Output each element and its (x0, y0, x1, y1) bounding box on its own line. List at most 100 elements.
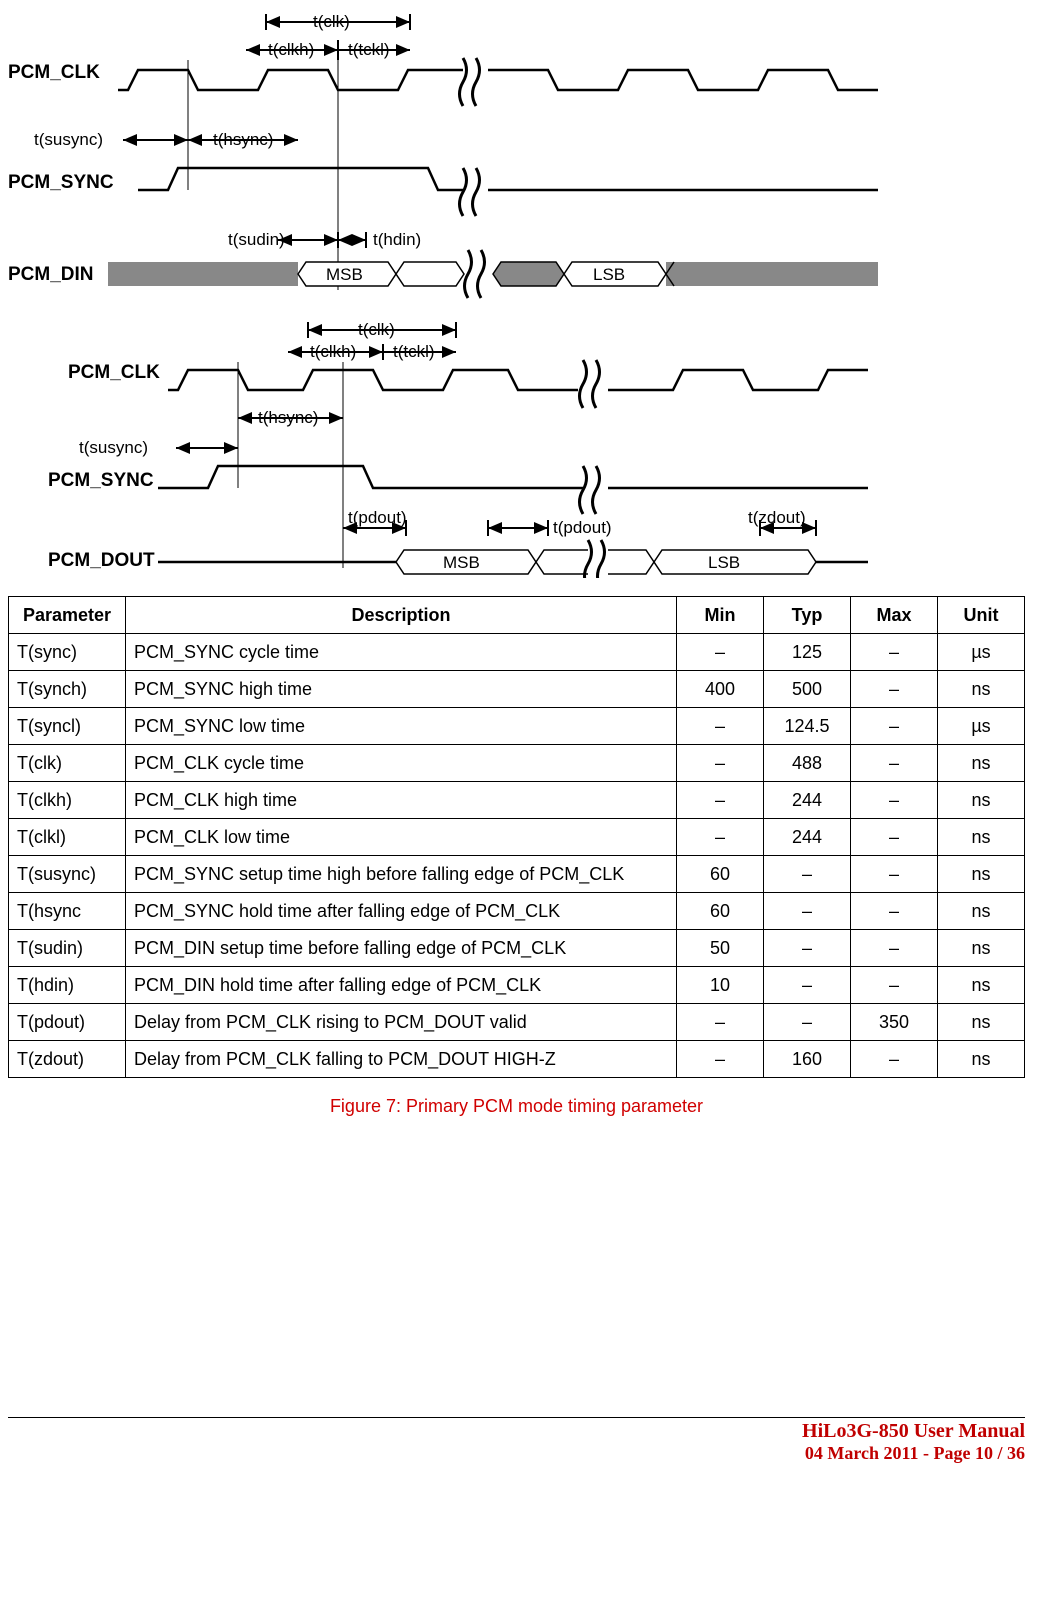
cell-param: T(clk) (9, 745, 126, 782)
footer-date-page: 04 March 2011 - Page 10 / 36 (8, 1443, 1025, 1464)
cell-param: T(sync) (9, 634, 126, 671)
cell-min: 60 (677, 856, 764, 893)
label-ttckl2: t(tckl) (393, 342, 435, 361)
cell-typ: 125 (764, 634, 851, 671)
cell-unit: ns (938, 782, 1025, 819)
label-tsusync: t(susync) (34, 130, 103, 149)
cell-desc: Delay from PCM_CLK rising to PCM_DOUT va… (126, 1004, 677, 1041)
cell-max: – (851, 671, 938, 708)
cell-desc: PCM_SYNC low time (126, 708, 677, 745)
timing-parameter-table: Parameter Description Min Typ Max Unit T… (8, 596, 1025, 1078)
label-thdin: t(hdin) (373, 230, 421, 249)
label-msb2: MSB (443, 553, 480, 572)
cell-param: T(hdin) (9, 967, 126, 1004)
cell-param: T(hsync (9, 893, 126, 930)
cell-unit: ns (938, 745, 1025, 782)
cell-min: – (677, 782, 764, 819)
table-row: T(susync)PCM_SYNC setup time high before… (9, 856, 1025, 893)
table-row: T(hdin)PCM_DIN hold time after falling e… (9, 967, 1025, 1004)
label-tclk2: t(clk) (358, 320, 395, 339)
cell-param: T(sudin) (9, 930, 126, 967)
cell-unit: ns (938, 856, 1025, 893)
cell-desc: PCM_CLK cycle time (126, 745, 677, 782)
cell-typ: – (764, 893, 851, 930)
label-tclkh2: t(clkh) (310, 342, 356, 361)
cell-unit: ns (938, 671, 1025, 708)
label-lsb: LSB (593, 265, 625, 284)
cell-typ: – (764, 967, 851, 1004)
cell-min: – (677, 745, 764, 782)
cell-min: – (677, 1041, 764, 1078)
cell-typ: – (764, 1004, 851, 1041)
table-row: T(zdout)Delay from PCM_CLK falling to PC… (9, 1041, 1025, 1078)
label-ttckl: t(tckl) (348, 40, 390, 59)
cell-min: 400 (677, 671, 764, 708)
signal-pcm-sync2: PCM_SYNC (48, 470, 154, 491)
cell-param: T(susync) (9, 856, 126, 893)
cell-desc: PCM_DIN hold time after falling edge of … (126, 967, 677, 1004)
table-row: T(clkl)PCM_CLK low time–244–ns (9, 819, 1025, 856)
footer-doc-title: HiLo3G-850 User Manual (8, 1420, 1025, 1443)
cell-max: – (851, 1041, 938, 1078)
cell-desc: PCM_SYNC setup time high before falling … (126, 856, 677, 893)
cell-max: 350 (851, 1004, 938, 1041)
cell-min: – (677, 634, 764, 671)
cell-max: – (851, 782, 938, 819)
label-thsync2: t(hsync) (258, 408, 318, 427)
cell-param: T(clkh) (9, 782, 126, 819)
cell-max: – (851, 634, 938, 671)
cell-unit: ns (938, 1004, 1025, 1041)
signal-pcm-din: PCM_DIN (8, 264, 94, 285)
cell-max: – (851, 856, 938, 893)
page-footer: HiLo3G-850 User Manual 04 March 2011 - P… (8, 1417, 1025, 1464)
label-tpdout2: t(pdout) (553, 518, 612, 537)
cell-param: T(syncl) (9, 708, 126, 745)
cell-desc: PCM_SYNC hold time after falling edge of… (126, 893, 677, 930)
cell-typ: 500 (764, 671, 851, 708)
table-row: T(syncl)PCM_SYNC low time–124.5–µs (9, 708, 1025, 745)
th-unit: Unit (938, 597, 1025, 634)
label-tpdout1: t(pdout) (348, 508, 407, 527)
signal-pcm-clk2: PCM_CLK (68, 362, 160, 383)
cell-max: – (851, 967, 938, 1004)
table-header-row: Parameter Description Min Typ Max Unit (9, 597, 1025, 634)
th-min: Min (677, 597, 764, 634)
table-row: T(hsyncPCM_SYNC hold time after falling … (9, 893, 1025, 930)
label-tclkh: t(clkh) (268, 40, 314, 59)
cell-desc: PCM_SYNC high time (126, 671, 677, 708)
cell-typ: – (764, 856, 851, 893)
table-row: T(clk)PCM_CLK cycle time–488–ns (9, 745, 1025, 782)
cell-min: – (677, 708, 764, 745)
timing-diagram-dout: t(clk) t(clkh) t(tckl) PCM_CLK t(hsync) … (48, 318, 1025, 578)
table-row: T(clkh)PCM_CLK high time–244–ns (9, 782, 1025, 819)
label-tclk: t(clk) (313, 12, 350, 31)
cell-unit: µs (938, 634, 1025, 671)
cell-unit: µs (938, 708, 1025, 745)
cell-desc: PCM_DIN setup time before falling edge o… (126, 930, 677, 967)
cell-typ: – (764, 930, 851, 967)
cell-min: 10 (677, 967, 764, 1004)
cell-unit: ns (938, 1041, 1025, 1078)
table-row: T(pdout)Delay from PCM_CLK rising to PCM… (9, 1004, 1025, 1041)
cell-unit: ns (938, 819, 1025, 856)
cell-min: – (677, 819, 764, 856)
th-parameter: Parameter (9, 597, 126, 634)
cell-param: T(clkl) (9, 819, 126, 856)
cell-desc: Delay from PCM_CLK falling to PCM_DOUT H… (126, 1041, 677, 1078)
label-msb: MSB (326, 265, 363, 284)
table-row: T(synch)PCM_SYNC high time400500–ns (9, 671, 1025, 708)
cell-desc: PCM_SYNC cycle time (126, 634, 677, 671)
signal-pcm-dout: PCM_DOUT (48, 550, 155, 571)
cell-desc: PCM_CLK high time (126, 782, 677, 819)
th-description: Description (126, 597, 677, 634)
th-typ: Typ (764, 597, 851, 634)
cell-param: T(zdout) (9, 1041, 126, 1078)
cell-param: T(pdout) (9, 1004, 126, 1041)
cell-max: – (851, 893, 938, 930)
th-max: Max (851, 597, 938, 634)
cell-min: – (677, 1004, 764, 1041)
cell-unit: ns (938, 967, 1025, 1004)
table-row: T(sudin)PCM_DIN setup time before fallin… (9, 930, 1025, 967)
label-tsusync2: t(susync) (79, 438, 148, 457)
cell-typ: 244 (764, 782, 851, 819)
